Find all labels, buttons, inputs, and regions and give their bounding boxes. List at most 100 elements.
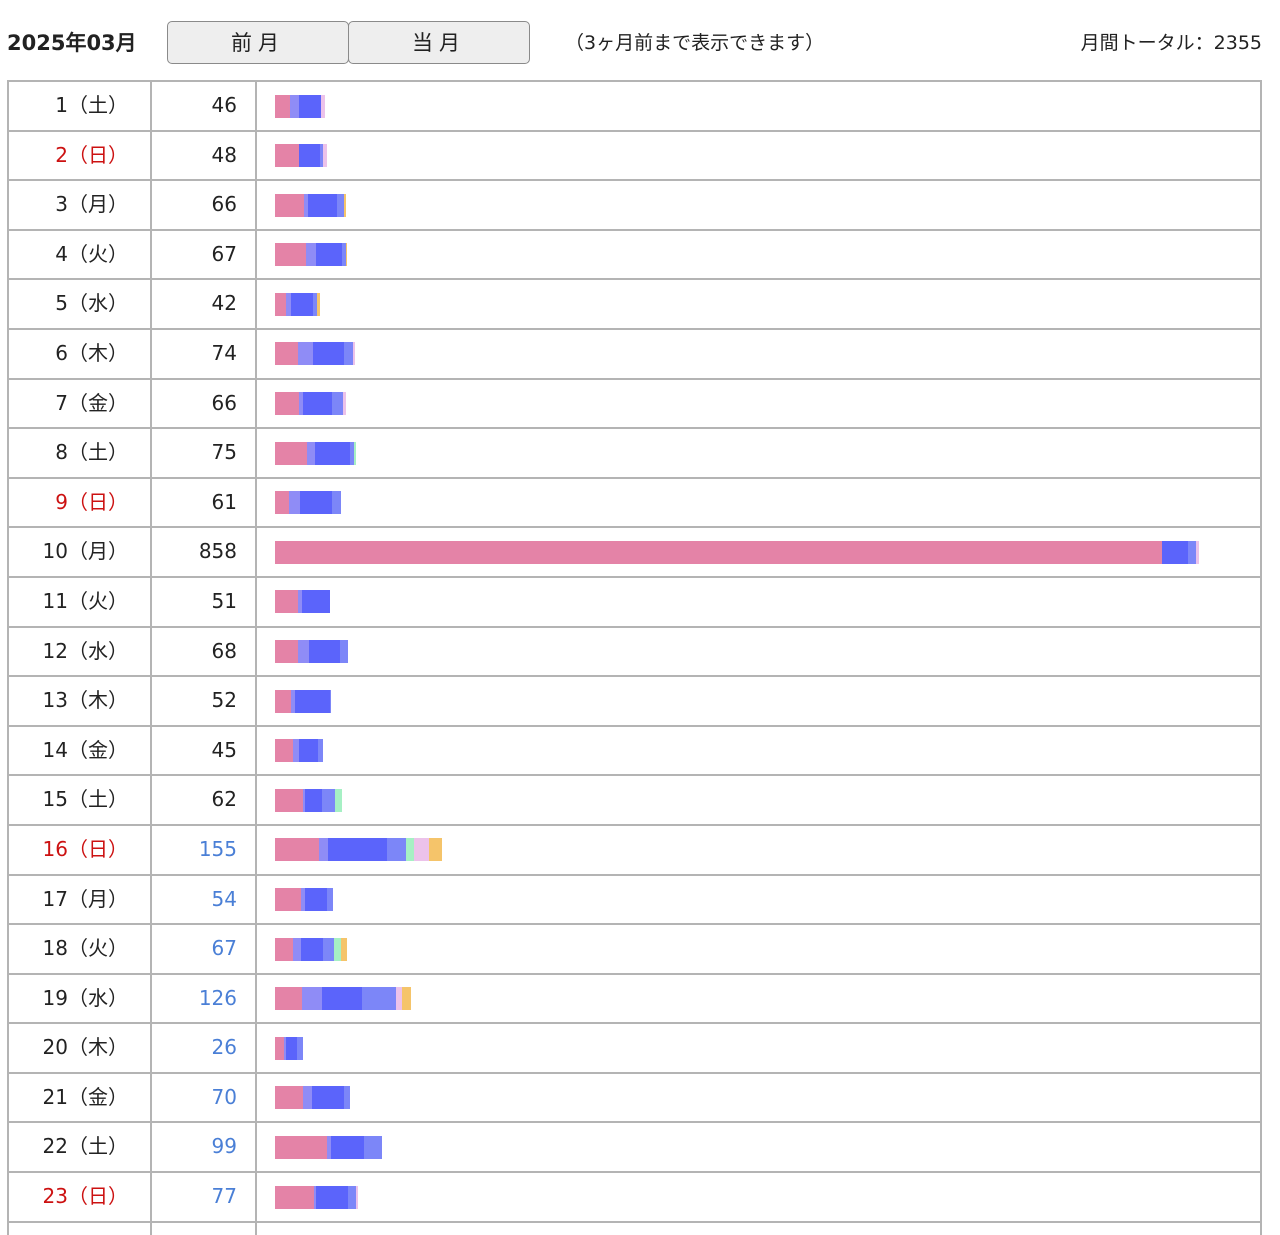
monthly-total: 月間トータル：2355 <box>1080 32 1262 54</box>
day-label: 22（土） <box>9 1123 152 1172</box>
count-value: 26 <box>152 1024 257 1072</box>
bar-segment <box>308 193 338 217</box>
day-label: 12（水） <box>9 627 152 676</box>
count-value: 858 <box>152 528 257 576</box>
bar-cell <box>257 429 1260 477</box>
stacked-bar <box>275 292 321 316</box>
stacked-bar <box>275 94 325 118</box>
count-value: 68 <box>152 627 257 676</box>
bar-segment <box>275 1185 314 1209</box>
bar-segment <box>298 144 321 168</box>
prev-month-button[interactable]: 前月 <box>167 21 349 64</box>
table-row: 4（火） 67 <box>9 230 1260 281</box>
table-row: 15（土） 62 <box>9 776 1260 826</box>
bar-segment <box>275 937 294 961</box>
table-row: 10（月） 858 <box>9 528 1260 578</box>
month-title: 2025年03月 <box>7 31 137 55</box>
table-row: 22（土） 99 <box>9 1123 1260 1174</box>
bar-cell <box>257 578 1260 626</box>
current-month-button[interactable]: 当月 <box>348 21 530 64</box>
bar-cell <box>257 628 1260 676</box>
bar-segment <box>343 342 353 366</box>
table-row: 1（土） 46 <box>9 82 1260 132</box>
day-label: 11（火） <box>9 577 152 626</box>
bar-segment <box>355 1185 358 1209</box>
bar-cell <box>257 479 1260 527</box>
bar-segment <box>406 838 414 862</box>
day-label: 3（月） <box>9 181 152 229</box>
bar-cell <box>257 776 1260 824</box>
bar-segment <box>275 144 299 168</box>
bar-cell <box>257 132 1260 180</box>
bar-segment <box>305 888 327 911</box>
stacked-bar <box>275 838 442 862</box>
bar-segment <box>300 937 324 961</box>
bar-segment <box>314 441 351 465</box>
count-value: 61 <box>152 478 257 527</box>
bar-segment <box>323 937 335 961</box>
stacked-bar <box>275 1185 358 1209</box>
bar-cell <box>257 727 1260 775</box>
count-value: 46 <box>152 82 257 130</box>
stacked-bar <box>275 491 341 515</box>
bar-segment <box>309 640 340 664</box>
day-label: 16（日） <box>9 825 152 874</box>
count-value: 54 <box>152 875 257 924</box>
bar-segment <box>364 1135 382 1159</box>
bar-cell <box>257 925 1260 973</box>
bar-segment <box>339 640 349 664</box>
table-row: 18（火） 67 <box>9 925 1260 975</box>
bar-segment <box>275 1036 284 1060</box>
table-row: 14（金） 45 <box>9 726 1260 777</box>
table-row: 11（火） 51 <box>9 577 1260 628</box>
bar-segment <box>343 1086 351 1110</box>
day-label: 19（水） <box>9 974 152 1023</box>
stacked-bar <box>275 937 348 961</box>
stacked-bar <box>275 739 324 763</box>
bar-segment <box>312 342 344 366</box>
stacked-bar <box>275 1086 351 1110</box>
bar-segment <box>316 292 321 316</box>
bar-segment <box>295 689 330 713</box>
table-row: 5（水） 42 <box>9 280 1260 330</box>
bar-cell <box>257 1074 1260 1122</box>
bar-cell <box>257 528 1260 576</box>
bar-cell <box>257 826 1260 874</box>
bar-segment <box>329 689 331 713</box>
day-label: 2（日） <box>9 131 152 180</box>
count-value: 45 <box>152 726 257 775</box>
bar-segment <box>315 243 342 267</box>
bar-segment <box>275 441 308 465</box>
bar-segment <box>291 292 313 316</box>
stacked-bar <box>275 1135 382 1159</box>
table-row: 19（水） 126 <box>9 974 1260 1025</box>
bar-segment <box>275 640 298 664</box>
count-value: 77 <box>152 1173 257 1221</box>
count-value: 126 <box>152 974 257 1023</box>
bar-cell <box>257 330 1260 378</box>
bar-segment <box>352 342 355 366</box>
count-value: 66 <box>152 181 257 229</box>
bar-cell <box>257 231 1260 279</box>
bar-segment <box>307 441 315 465</box>
stacked-bar <box>275 590 330 614</box>
bar-segment <box>306 243 316 267</box>
table-row: 23（日） 77 <box>9 1173 1260 1223</box>
bar-segment <box>293 937 301 961</box>
bar-segment <box>275 491 289 515</box>
bar-segment <box>340 937 348 961</box>
count-value: 75 <box>152 429 257 477</box>
table-row: 8（土） 75 <box>9 429 1260 479</box>
bar-segment <box>298 739 319 763</box>
bar-segment <box>275 94 291 118</box>
bar-segment <box>348 1185 356 1209</box>
stacked-bar <box>275 144 327 168</box>
range-note: （3ヶ月前まで表示できます） <box>565 32 825 54</box>
bar-segment <box>322 788 336 812</box>
day-label: 15（土） <box>9 776 152 824</box>
column-divider <box>150 1219 152 1235</box>
table-row: 6（木） 74 <box>9 329 1260 380</box>
bar-segment <box>323 144 327 168</box>
bar-cell <box>257 975 1260 1023</box>
count-value: 67 <box>152 925 257 973</box>
